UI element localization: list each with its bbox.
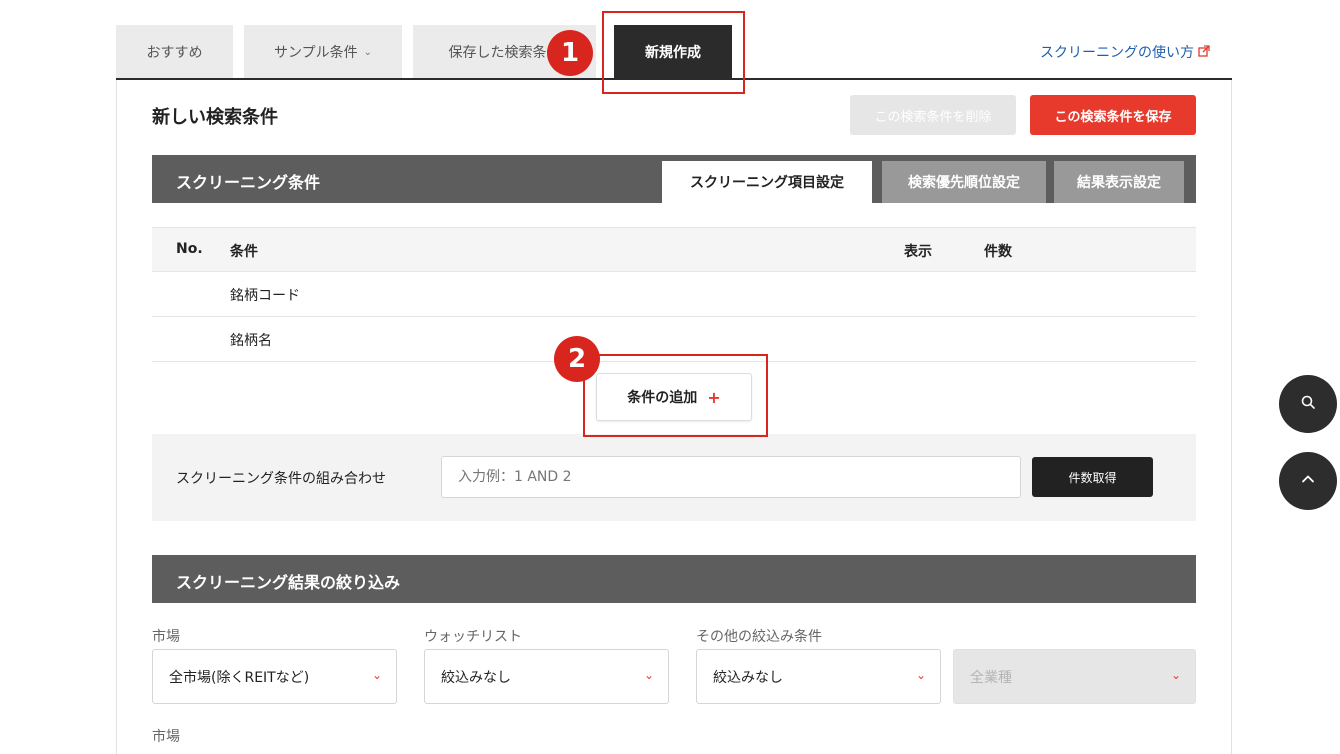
watchlist-label: ウォッチリスト: [424, 629, 522, 645]
tab-label: おすすめ: [146, 45, 203, 61]
industry-select: 全業種 ⌄: [953, 649, 1196, 704]
market-label-2: 市場: [152, 729, 180, 745]
callout-badge-2: 2: [554, 336, 600, 382]
select-value: 絞込みなし: [441, 669, 511, 686]
section-title: スクリーニング結果の絞り込み: [176, 573, 401, 592]
col-display: 表示: [904, 244, 932, 260]
delete-condition-button[interactable]: この検索条件を削除: [850, 95, 1016, 135]
combination-input[interactable]: [441, 456, 1021, 498]
condition-name: 銘柄名: [230, 333, 272, 349]
chevron-down-icon: ⌄: [371, 668, 382, 682]
other-filter-label: その他の絞込み条件: [696, 629, 822, 645]
chevron-down-icon: ⌄: [363, 46, 372, 58]
col-count: 件数: [984, 244, 1012, 260]
conditions-table-header: No. 条件 表示 件数: [152, 227, 1196, 272]
save-condition-button[interactable]: この検索条件を保存: [1030, 95, 1196, 135]
section-title: スクリーニング条件: [176, 173, 321, 192]
tab-sample-conditions[interactable]: サンプル条件 ⌄: [244, 25, 402, 79]
help-link[interactable]: スクリーニングの使い方: [1040, 42, 1210, 62]
page-title: 新しい検索条件: [152, 107, 278, 128]
callout-badge-1: 1: [547, 30, 593, 76]
condition-name: 銘柄コード: [230, 288, 300, 304]
select-value: 全業種: [970, 669, 1012, 686]
search-icon: [1300, 394, 1316, 414]
combination-area: スクリーニング条件の組み合わせ 件数取得: [152, 434, 1196, 521]
market-select[interactable]: 全市場(除くREITなど) ⌄: [152, 649, 397, 704]
chevron-up-icon: [1299, 470, 1317, 492]
table-row: 銘柄コード: [152, 272, 1196, 317]
chevron-down-icon: ⌄: [915, 668, 926, 682]
market-label: 市場: [152, 629, 180, 645]
tab-recommended[interactable]: おすすめ: [116, 25, 233, 79]
help-link-label: スクリーニングの使い方: [1040, 45, 1194, 61]
search-fab[interactable]: [1279, 375, 1337, 433]
chevron-down-icon: ⌄: [1170, 668, 1181, 682]
tab-display-settings[interactable]: 結果表示設定: [1054, 161, 1184, 203]
tab-priority-settings[interactable]: 検索優先順位設定: [882, 161, 1046, 203]
tab-label: 保存した検索条件: [448, 45, 561, 61]
callout-box-add-condition: [583, 354, 768, 437]
col-condition: 条件: [230, 244, 258, 260]
select-value: 絞込みなし: [713, 669, 783, 686]
filter-section-header: スクリーニング結果の絞り込み: [152, 555, 1196, 603]
combination-label: スクリーニング条件の組み合わせ: [176, 471, 386, 487]
other-filter-select[interactable]: 絞込みなし ⌄: [696, 649, 941, 704]
get-count-button[interactable]: 件数取得: [1032, 457, 1153, 497]
select-value: 全市場(除くREITなど): [169, 669, 310, 686]
tab-item-settings[interactable]: スクリーニング項目設定: [662, 161, 872, 203]
callout-box-new-tab: [602, 11, 745, 94]
col-no: No.: [176, 241, 203, 257]
watchlist-select[interactable]: 絞込みなし ⌄: [424, 649, 669, 704]
external-link-icon: [1198, 44, 1210, 60]
scroll-top-fab[interactable]: [1279, 452, 1337, 510]
tab-label: サンプル条件: [274, 45, 358, 61]
chevron-down-icon: ⌄: [643, 668, 654, 682]
